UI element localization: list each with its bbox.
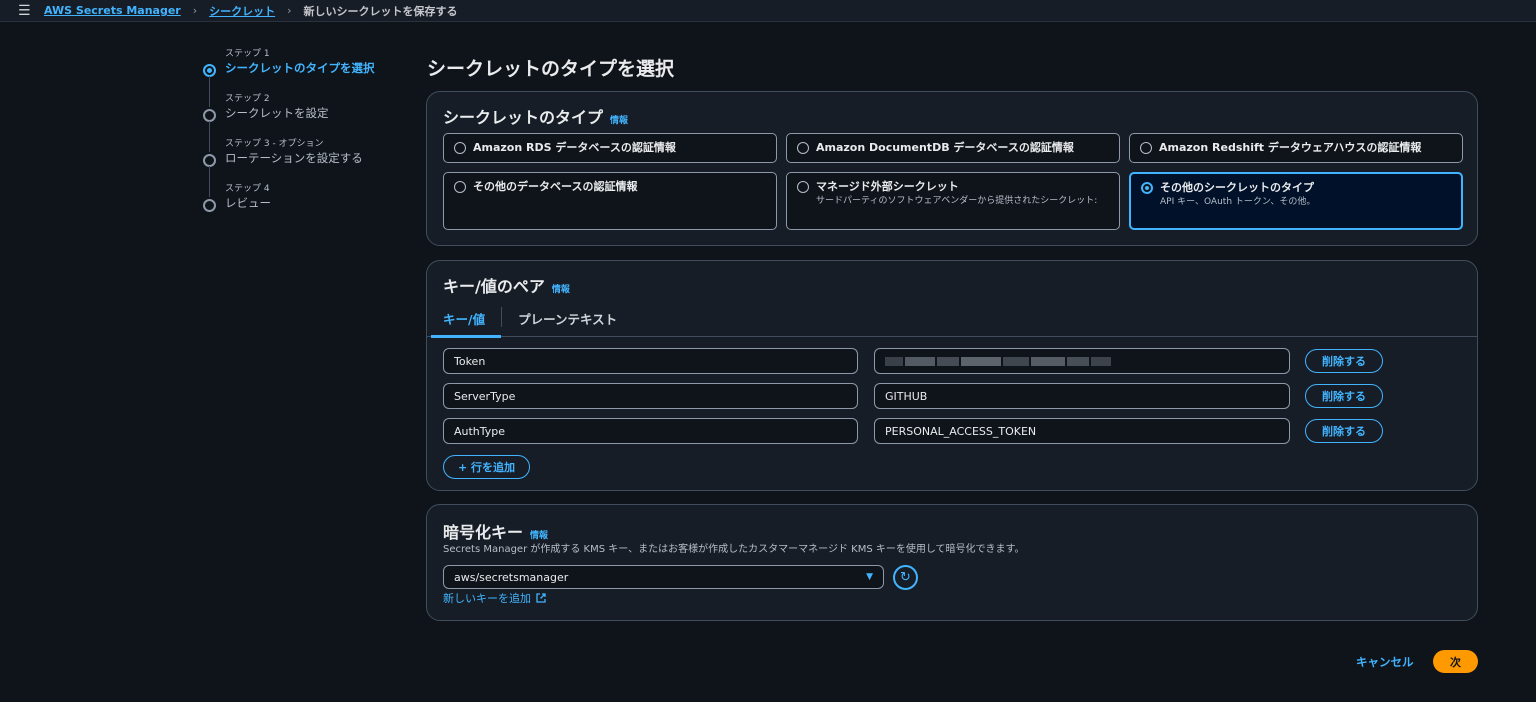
tab-plaintext[interactable]: プレーンテキスト (502, 303, 633, 337)
option-label: その他のシークレットのタイプ (1160, 181, 1314, 194)
step-title: ローテーションを設定する (225, 151, 363, 165)
secret-type-option-other-db[interactable]: その他のデータベースの認証情報 (443, 172, 777, 230)
secret-type-option-documentdb[interactable]: Amazon DocumentDB データベースの認証情報 (786, 133, 1120, 163)
key-input[interactable]: Token (443, 348, 858, 374)
step-number: ステップ 1 (225, 49, 270, 59)
key-input[interactable]: ServerType (443, 383, 858, 409)
info-link[interactable]: 情報 (610, 113, 628, 126)
add-new-key-link[interactable]: 新しいキーを追加 (443, 590, 546, 606)
option-label: Amazon RDS データベースの認証情報 (473, 141, 676, 154)
radio-button[interactable] (454, 142, 466, 154)
key-value-title: キー/値のペア (443, 277, 545, 296)
breadcrumb-current: 新しいシークレットを保存する (303, 4, 458, 18)
add-new-key-label: 新しいキーを追加 (443, 592, 531, 605)
step-pending-icon (203, 199, 216, 212)
key-value-heading: キー/値のペア 情報 (443, 273, 570, 297)
step-title: レビュー (225, 196, 271, 210)
option-label: Amazon Redshift データウェアハウスの認証情報 (1159, 141, 1422, 154)
option-description: API キー、OAuth トークン、その他。 (1160, 197, 1316, 207)
radio-button[interactable] (1140, 142, 1152, 154)
external-link-icon (536, 593, 546, 603)
option-label: Amazon DocumentDB データベースの認証情報 (816, 141, 1074, 154)
key-value-row: Token 削除する (443, 348, 1383, 374)
chevron-right-icon: › (287, 4, 292, 17)
delete-row-button[interactable]: 削除する (1305, 349, 1383, 373)
radio-button[interactable] (454, 181, 466, 193)
delete-row-button[interactable]: 削除する (1305, 384, 1383, 408)
breadcrumb-service-link[interactable]: AWS Secrets Manager (44, 4, 181, 17)
info-link[interactable]: 情報 (552, 282, 570, 295)
menu-icon[interactable]: ☰ (18, 3, 32, 19)
kms-key-select[interactable]: aws/secretsmanager ▼ (443, 565, 884, 589)
option-label: マネージド外部シークレット (816, 180, 959, 193)
delete-row-button[interactable]: 削除する (1305, 419, 1383, 443)
value-input[interactable] (874, 348, 1290, 374)
option-label: その他のデータベースの認証情報 (473, 180, 638, 193)
key-value-row: AuthType PERSONAL_ACCESS_TOKEN 削除する (443, 418, 1383, 444)
chevron-right-icon: › (192, 4, 198, 17)
tab-key-value[interactable]: キー/値 (427, 303, 502, 338)
step-number: ステップ 2 (225, 94, 270, 104)
wizard-step-1[interactable]: ステップ 1 シークレットのタイプを選択 (203, 48, 403, 107)
redacted-value (885, 356, 1111, 366)
encryption-description: Secrets Manager が作成する KMS キー、またはお客様が作成した… (443, 544, 1025, 555)
refresh-icon: ↻ (900, 570, 911, 585)
key-input[interactable]: AuthType (443, 418, 858, 444)
value-input[interactable]: PERSONAL_ACCESS_TOKEN (874, 418, 1290, 444)
next-button[interactable]: 次 (1433, 650, 1478, 673)
value-input[interactable]: GITHUB (874, 383, 1290, 409)
secret-type-option-redshift[interactable]: Amazon Redshift データウェアハウスの認証情報 (1129, 133, 1463, 163)
cancel-button[interactable]: キャンセル (1356, 654, 1414, 670)
key-value-tabs: キー/値 プレーンテキスト (427, 303, 1477, 338)
secret-type-options: Amazon RDS データベースの認証情報 Amazon DocumentDB… (443, 133, 1463, 230)
option-description: サードパーティのソフトウェアベンダーから提供されたシークレット: (816, 196, 1098, 206)
secret-type-panel: シークレットのタイプ 情報 Amazon RDS データベースの認証情報 Ama… (426, 91, 1478, 246)
key-value-row: ServerType GITHUB 削除する (443, 383, 1383, 409)
refresh-button[interactable]: ↻ (893, 565, 918, 590)
step-number: ステップ 3 - オプション (225, 139, 324, 149)
breadcrumb-secrets-link[interactable]: シークレット (209, 3, 275, 19)
radio-button[interactable] (797, 142, 809, 154)
secret-type-option-other-secret[interactable]: その他のシークレットのタイプ API キー、OAuth トークン、その他。 (1129, 172, 1463, 230)
secret-type-option-rds[interactable]: Amazon RDS データベースの認証情報 (443, 133, 777, 163)
radio-button-selected[interactable] (1141, 182, 1153, 194)
radio-button[interactable] (797, 181, 809, 193)
key-value-panel: キー/値のペア 情報 キー/値 プレーンテキスト Token 削除する Serv… (426, 260, 1478, 491)
secret-type-title: シークレットのタイプ (443, 108, 604, 127)
wizard-step-2: ステップ 2 シークレットを設定 (203, 93, 403, 152)
secret-type-heading: シークレットのタイプ 情報 (443, 104, 628, 128)
wizard-step-3: ステップ 3 - オプション ローテーションを設定する (203, 138, 403, 197)
caret-down-icon: ▼ (866, 572, 873, 582)
step-title: シークレットのタイプを選択 (225, 61, 375, 75)
page-title: シークレットのタイプを選択 (427, 58, 675, 80)
add-row-button[interactable]: + 行を追加 (443, 455, 530, 479)
wizard-step-4: ステップ 4 レビュー (203, 183, 403, 228)
secret-type-option-managed-external[interactable]: マネージド外部シークレット サードパーティのソフトウェアベンダーから提供されたシ… (786, 172, 1120, 230)
kms-key-selected-value: aws/secretsmanager (454, 570, 569, 584)
encryption-key-panel: 暗号化キー 情報 Secrets Manager が作成する KMS キー、また… (426, 504, 1478, 621)
step-number: ステップ 4 (225, 184, 270, 194)
wizard-steps: ステップ 1 シークレットのタイプを選択 ステップ 2 シークレットを設定 ステ… (203, 48, 403, 228)
top-navigation-bar: ☰ AWS Secrets Manager › シークレット › 新しいシークレ… (0, 0, 1536, 22)
step-title: シークレットを設定 (225, 106, 329, 120)
